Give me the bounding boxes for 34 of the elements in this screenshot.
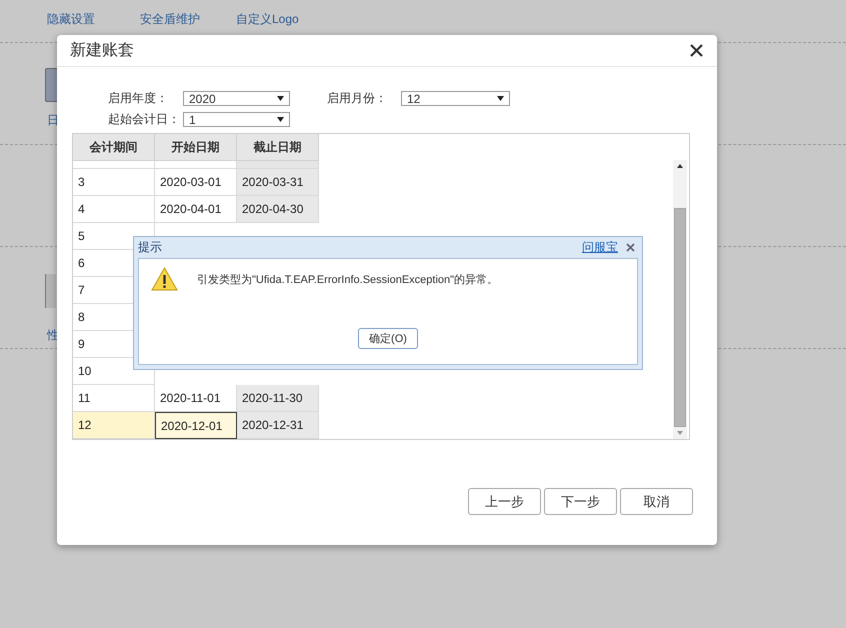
close-icon[interactable] [690,44,703,57]
column-header: 开始日期 [155,134,237,161]
help-link[interactable]: 问服宝 [582,239,618,256]
tool-icon [45,274,56,308]
column-header: 会计期间 [73,134,155,161]
caret-icon [497,96,504,101]
field-label: 起始会计日： [108,112,181,127]
warning-icon [151,267,178,291]
dialog-button[interactable]: 下一步 [544,488,617,515]
dropdown[interactable]: 2020 [183,91,290,106]
dropdown[interactable]: 1 [183,112,290,127]
dropdown[interactable]: 12 [401,91,510,106]
alert-message: 引发类型为"Ufida.T.EAP.ErrorInfo.SessionException"的异常。 [197,272,498,286]
dialog-title: 新建账套 [70,40,134,61]
table-cell: 12 [73,412,155,439]
dialog-button[interactable]: 上一步 [468,488,541,515]
caret-icon [277,117,284,122]
table-cell: 3 [73,169,155,196]
table-cell: 2020-04-30 [237,196,319,223]
dialog-button[interactable]: 取消 [620,488,693,515]
ok-button[interactable]: 确定(O) [358,328,418,349]
table-cell: 2020-03-31 [237,169,319,196]
field-label: 启用月份： [327,91,388,106]
table-cell: 2020-12-31 [237,412,319,439]
table-cell: 2020-12-01 [155,412,237,439]
tool-label[interactable]: 安全盾维护 [140,11,200,28]
table-cell: 4 [73,196,155,223]
tool-label[interactable]: 自定义Logo [236,11,299,28]
tool-label[interactable]: 隐藏设置 [47,11,95,28]
table-cell: 2020-11-30 [237,385,319,412]
column-header: 截止日期 [237,134,319,161]
caret-icon [277,96,284,101]
field-label: 启用年度： [108,91,169,106]
scrollbar[interactable] [673,160,687,439]
